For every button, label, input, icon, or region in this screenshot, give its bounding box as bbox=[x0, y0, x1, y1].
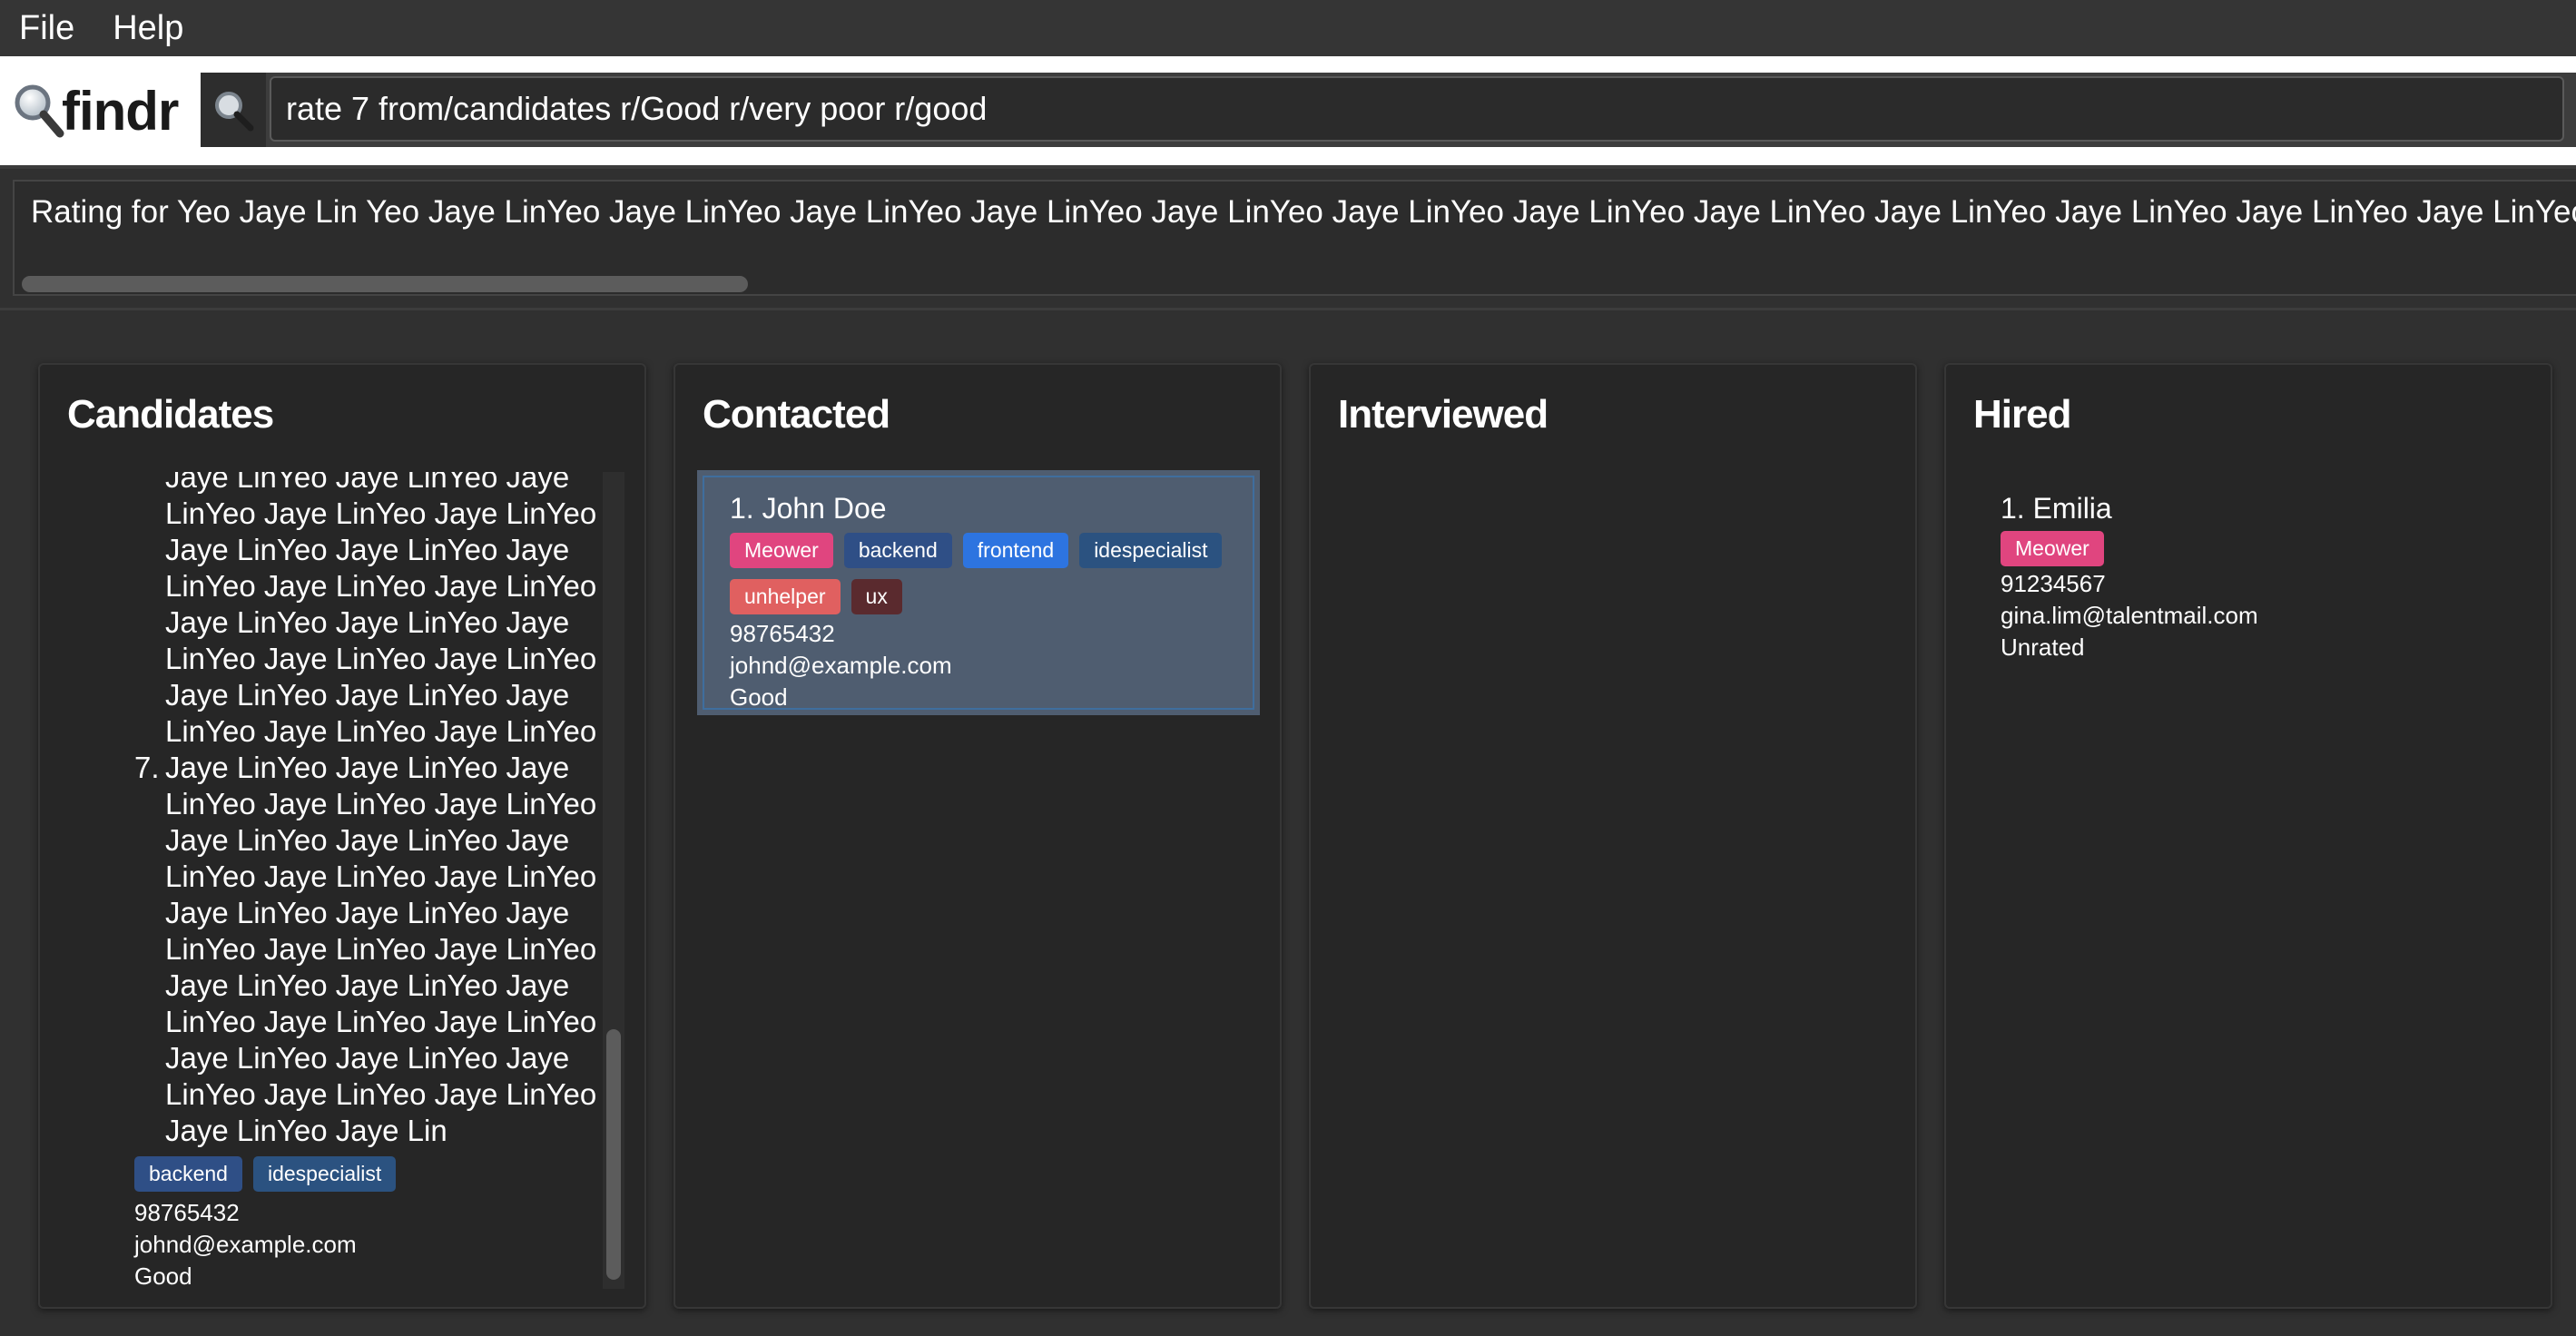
candidate-rating: Unrated bbox=[2001, 634, 2085, 661]
tag-list: Meower bbox=[2001, 531, 2509, 566]
tag-badge: backend bbox=[134, 1156, 242, 1192]
column-candidates: Candidates Jaye LinYeo Jaye LinYeo Jaye … bbox=[38, 363, 646, 1309]
result-pane: Rating for Yeo Jaye Lin Yeo Jaye LinYeo … bbox=[0, 165, 2576, 310]
candidate-card-selected[interactable]: 1. John Doe Meower backend frontend ides… bbox=[697, 470, 1260, 715]
tag-list: backend idespecialist bbox=[67, 1156, 575, 1192]
candidate-rating: Good bbox=[134, 1262, 192, 1289]
column-interviewed: Interviewed bbox=[1309, 363, 1917, 1309]
command-input[interactable] bbox=[270, 76, 2564, 142]
candidate-email: johnd@example.com bbox=[730, 652, 952, 679]
candidate-card[interactable]: 1. Emilia Meower 91234567 gina.lim@talen… bbox=[2001, 492, 2509, 663]
app-logo: findr bbox=[11, 76, 179, 145]
tag-badge: unhelper bbox=[730, 579, 841, 614]
tag-badge: Meower bbox=[2001, 531, 2104, 566]
result-display[interactable]: Rating for Yeo Jaye Lin Yeo Jaye LinYeo … bbox=[13, 180, 2576, 296]
app-name: findr bbox=[62, 80, 179, 142]
list-item[interactable]: Jaye LinYeo Jaye LinYeo Jaye LinYeo Jaye… bbox=[67, 472, 597, 1289]
candidate-name: 1. Emilia bbox=[2001, 492, 2112, 525]
command-bar: findr bbox=[0, 56, 2576, 165]
column-hired: Hired 1. Emilia Meower 91234567 gina.lim… bbox=[1944, 363, 2552, 1309]
menu-bar: File Help bbox=[0, 0, 2576, 56]
candidate-scrollbar-thumb[interactable] bbox=[606, 1029, 621, 1280]
candidate-email: johnd@example.com bbox=[134, 1231, 357, 1258]
magnifier-logo-icon bbox=[11, 81, 67, 141]
candidate-name-overflow: Jaye LinYeo Jaye LinYeo Jaye LinYeo Jaye… bbox=[165, 472, 597, 748]
candidate-name: 1. John Doe bbox=[730, 492, 887, 525]
search-icon bbox=[201, 73, 266, 147]
result-text: Rating for Yeo Jaye Lin Yeo Jaye LinYeo … bbox=[31, 194, 2576, 230]
column-title: Hired bbox=[1973, 392, 2071, 437]
column-title: Contacted bbox=[703, 392, 890, 437]
candidate-phone: 91234567 bbox=[2001, 570, 2106, 597]
tag-badge: frontend bbox=[962, 533, 1069, 568]
tag-badge: idespecialist bbox=[1079, 533, 1223, 568]
menu-help[interactable]: Help bbox=[93, 0, 202, 56]
candidate-rating: Good bbox=[730, 683, 788, 711]
candidate-email: gina.lim@talentmail.com bbox=[2001, 602, 2258, 629]
tag-badge: backend bbox=[843, 533, 952, 568]
tag-badge: Meower bbox=[730, 533, 833, 568]
result-horizontal-scrollbar[interactable] bbox=[22, 276, 748, 292]
candidate-index: 7. bbox=[134, 751, 160, 784]
candidate-list[interactable]: Jaye LinYeo Jaye LinYeo Jaye LinYeo Jaye… bbox=[67, 472, 623, 1289]
candidate-phone: 98765432 bbox=[730, 620, 835, 647]
candidate-phone: 98765432 bbox=[134, 1199, 240, 1226]
tag-badge: ux bbox=[850, 579, 902, 614]
column-title: Candidates bbox=[67, 392, 274, 437]
tag-list: Meower backend frontend idespecialist un… bbox=[730, 533, 1227, 614]
column-title: Interviewed bbox=[1338, 392, 1549, 437]
menu-file[interactable]: File bbox=[0, 0, 93, 56]
tag-badge: idespecialist bbox=[252, 1156, 397, 1192]
command-box bbox=[201, 73, 2576, 147]
candidate-name: 7. Jaye LinYeo Jaye LinYeo Jaye LinYeo J… bbox=[134, 751, 597, 1147]
column-contacted: Contacted 1. John Doe Meower backend fro… bbox=[673, 363, 1282, 1309]
